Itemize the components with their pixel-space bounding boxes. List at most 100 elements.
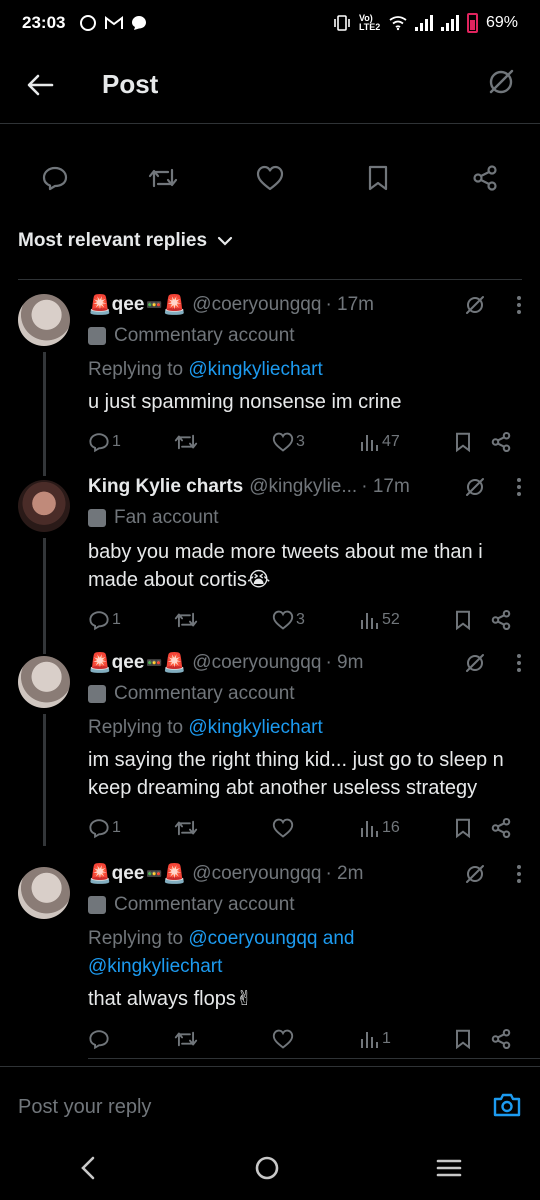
nav-home-button[interactable] bbox=[253, 1154, 281, 1187]
like-count-button[interactable]: 3 bbox=[272, 610, 305, 630]
share-button[interactable] bbox=[490, 817, 512, 839]
bookmark-button[interactable] bbox=[363, 163, 393, 193]
camera-button[interactable] bbox=[492, 1092, 522, 1123]
nav-back-button[interactable] bbox=[78, 1155, 98, 1186]
share-icon bbox=[491, 1028, 511, 1050]
reply-icon bbox=[89, 819, 109, 839]
grok-button[interactable] bbox=[486, 67, 516, 102]
author-handle[interactable]: @coeryoungqq bbox=[192, 652, 321, 674]
author-handle[interactable]: @coeryoungqq bbox=[192, 863, 321, 885]
account-label: Fan account bbox=[88, 506, 522, 530]
retweet-count-button[interactable] bbox=[174, 1028, 200, 1050]
share-button[interactable] bbox=[490, 609, 512, 631]
share-button[interactable] bbox=[470, 163, 500, 193]
more-icon bbox=[517, 296, 521, 314]
views-count: 52 bbox=[382, 611, 400, 628]
avatar[interactable] bbox=[18, 867, 70, 919]
like-icon bbox=[272, 610, 294, 630]
bookmark-icon bbox=[456, 818, 470, 839]
divider bbox=[18, 279, 522, 280]
like-count-button[interactable] bbox=[272, 818, 296, 838]
reply-count-button[interactable]: 1 bbox=[88, 817, 121, 839]
mask-icon bbox=[88, 509, 106, 527]
bookmark-button[interactable] bbox=[454, 431, 472, 453]
author-name[interactable]: King Kylie charts bbox=[88, 476, 243, 498]
like-icon bbox=[272, 1029, 294, 1049]
views-button[interactable]: 52 bbox=[360, 610, 400, 630]
replying-link[interactable]: @kingkyliechart bbox=[188, 717, 322, 738]
reply-count-button[interactable]: 1 bbox=[88, 609, 121, 631]
account-label: Commentary account bbox=[88, 682, 522, 706]
author-handle[interactable]: @coeryoungqq bbox=[192, 294, 321, 316]
thread-line bbox=[43, 352, 46, 476]
replying-to: Replying to @kingkyliechart bbox=[88, 356, 522, 384]
reply-item[interactable]: King Kylie charts @kingkylie... · 17m Fa… bbox=[0, 474, 540, 654]
reply-header: 🚨 qee 🚥 🚨 @coeryoungqq · 9m bbox=[88, 650, 522, 676]
reply-body: King Kylie charts @kingkylie... · 17m Fa… bbox=[88, 474, 522, 632]
more-icon bbox=[517, 865, 521, 883]
bookmark-button[interactable] bbox=[454, 817, 472, 839]
reply-text: baby you made more tweets about me than … bbox=[88, 541, 483, 591]
share-button[interactable] bbox=[490, 1028, 512, 1050]
share-icon bbox=[491, 817, 511, 839]
replying-link[interactable]: @kingkyliechart bbox=[188, 359, 322, 380]
views-button[interactable]: 47 bbox=[360, 432, 400, 452]
reply-button[interactable] bbox=[40, 163, 70, 193]
reply-item[interactable]: 🚨 qee 🚥 🚨 @coeryoungqq · 2m Commentary a… bbox=[0, 861, 540, 1051]
views-icon bbox=[361, 821, 378, 837]
back-button[interactable] bbox=[24, 69, 56, 101]
mask-icon bbox=[88, 685, 106, 703]
bookmark-icon bbox=[456, 1029, 470, 1050]
grok-icon bbox=[466, 296, 484, 314]
reply-icon bbox=[89, 1030, 109, 1050]
grok-icon bbox=[466, 654, 484, 672]
like-count-button[interactable]: 3 bbox=[272, 432, 305, 452]
more-icon bbox=[517, 478, 521, 496]
views-button[interactable]: 16 bbox=[360, 818, 400, 838]
bookmark-button[interactable] bbox=[454, 1028, 472, 1050]
thread-line bbox=[43, 714, 46, 846]
avatar[interactable] bbox=[18, 294, 70, 346]
like-count-button[interactable] bbox=[272, 1029, 296, 1049]
retweet-count-button[interactable] bbox=[174, 817, 200, 839]
reply-composer[interactable]: Post your reply bbox=[18, 1082, 522, 1132]
siren-emoji-icon: 🚨 bbox=[162, 295, 187, 316]
author-name[interactable]: qee bbox=[112, 294, 145, 316]
reply-count: 1 bbox=[112, 819, 121, 836]
reply-input[interactable]: Post your reply bbox=[18, 1096, 151, 1119]
reply-item[interactable]: 🚨 qee 🚥 🚨 @coeryoungqq · 9m Commentary a… bbox=[0, 650, 540, 846]
reply-icon bbox=[89, 611, 109, 631]
retweet-button[interactable] bbox=[148, 163, 178, 193]
page-header: Post bbox=[0, 46, 540, 124]
like-button[interactable] bbox=[255, 163, 285, 193]
author-handle[interactable]: @kingkylie... bbox=[249, 476, 357, 498]
views-button[interactable]: 1 bbox=[360, 1029, 391, 1049]
views-icon bbox=[361, 1032, 378, 1048]
system-nav-bar bbox=[0, 1140, 540, 1200]
divider bbox=[88, 1058, 540, 1059]
mask-icon bbox=[88, 327, 106, 345]
author-name[interactable]: qee bbox=[112, 652, 145, 674]
retweet-count-button[interactable] bbox=[174, 609, 200, 631]
author-name[interactable]: qee bbox=[112, 863, 145, 885]
reply-header: King Kylie charts @kingkylie... · 17m bbox=[88, 474, 522, 500]
views-count: 47 bbox=[382, 433, 400, 450]
bookmark-button[interactable] bbox=[454, 609, 472, 631]
like-count: 3 bbox=[296, 611, 305, 628]
reply-count-button[interactable]: 1 bbox=[88, 431, 121, 453]
siren-emoji-icon: 🚨 bbox=[162, 864, 187, 885]
share-button[interactable] bbox=[490, 431, 512, 453]
nav-recents-button[interactable] bbox=[436, 1157, 462, 1184]
avatar[interactable] bbox=[18, 480, 70, 532]
reply-count: 1 bbox=[112, 433, 121, 450]
account-label: Commentary account bbox=[88, 893, 522, 917]
reply-item[interactable]: 🚨 qee 🚥 🚨 @coeryoungqq · 17m Commentary … bbox=[0, 292, 540, 476]
replying-to: Replying to @coeryoungqq and @kingkyliec… bbox=[88, 925, 408, 981]
avatar[interactable] bbox=[18, 656, 70, 708]
bookmark-icon bbox=[456, 432, 470, 453]
retweet-count-button[interactable] bbox=[174, 431, 200, 453]
sort-dropdown[interactable]: Most relevant replies bbox=[18, 230, 233, 252]
like-icon bbox=[272, 818, 294, 838]
reply-count-button[interactable] bbox=[88, 1028, 112, 1050]
chevron-down-icon bbox=[217, 236, 233, 246]
